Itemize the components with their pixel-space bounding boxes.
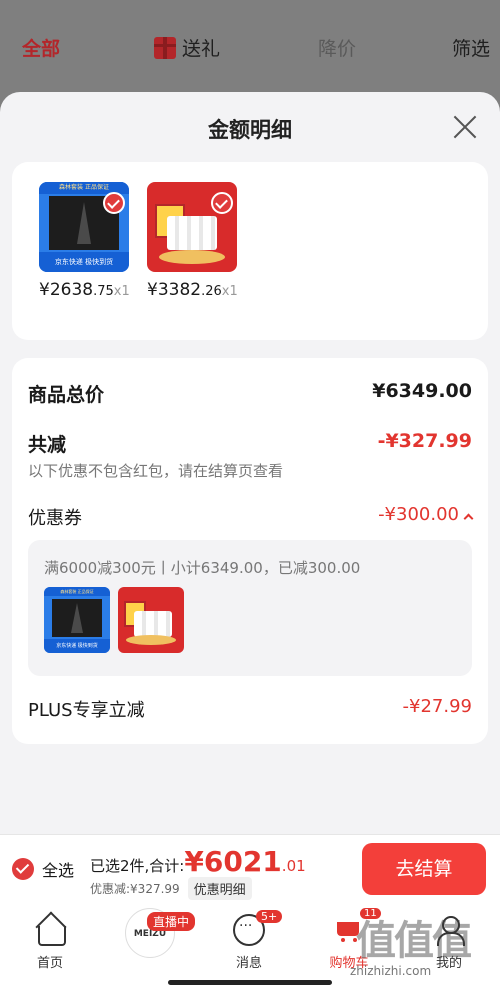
tab-messages[interactable]: 5+ 消息 bbox=[214, 908, 284, 971]
gift-icon bbox=[154, 36, 176, 59]
thumb-stage-graphic bbox=[126, 635, 176, 645]
tab-messages-label: 消息 bbox=[235, 956, 262, 971]
total-dec: .01 bbox=[281, 857, 306, 875]
live-badge: 直播中 bbox=[147, 912, 196, 931]
selected-summary: 已选2件,合计:¥6021.01 bbox=[90, 845, 306, 878]
thumb-box-graphic bbox=[52, 599, 102, 637]
tab-filter[interactable]: 筛选 bbox=[452, 34, 490, 61]
select-all-toggle[interactable]: 全选 bbox=[12, 857, 74, 881]
tab-gift-label: 送礼 bbox=[182, 38, 221, 60]
plus-value: -¥27.99 bbox=[402, 696, 472, 717]
price-summary-card: 商品总价 ¥6349.00 共减 -¥327.99 以下优惠不包含红包，请在结算… bbox=[12, 358, 488, 744]
check-icon bbox=[211, 192, 233, 214]
price-int: ¥3382 bbox=[147, 280, 202, 300]
thumb-top-text: 森林套装 正品保证 bbox=[44, 587, 110, 596]
product-price: ¥3382.26x1 bbox=[147, 280, 238, 300]
product-item[interactable]: 森林套装 正品保证 京东快递 极快到货 bbox=[39, 182, 129, 272]
coupon-toggle[interactable]: -¥300.00 bbox=[378, 504, 474, 525]
tab-home-label: 首页 bbox=[36, 956, 63, 971]
select-all-label: 全选 bbox=[42, 861, 75, 880]
discount-detail-button[interactable]: 优惠明细 bbox=[187, 877, 252, 900]
close-icon[interactable] bbox=[452, 114, 478, 140]
discount-line: 优惠减:¥327.99 优惠明细 bbox=[90, 877, 252, 900]
coupon-product-thumb: 森林套装 正品保证 京东快递 极快到货 bbox=[44, 587, 110, 653]
home-indicator bbox=[168, 980, 332, 985]
sheet-title: 金额明细 bbox=[208, 118, 292, 142]
selected-text: 已选2件,合计: bbox=[90, 857, 185, 875]
total-int: ¥6021 bbox=[184, 845, 282, 878]
reduce-value: -¥327.99 bbox=[377, 430, 472, 452]
coupon-desc: 满6000减300元丨小计6349.00，已减300.00 bbox=[44, 559, 361, 577]
check-icon bbox=[103, 192, 125, 214]
price-dec: .75 bbox=[93, 284, 114, 299]
product-price: ¥2638.75x1 bbox=[39, 280, 130, 300]
price-qty: x1 bbox=[221, 284, 238, 299]
plus-label: PLUS专享立减 bbox=[28, 700, 145, 721]
tab-home[interactable]: 首页 bbox=[15, 908, 85, 971]
product-image-bottom-text: 京东快递 极快到货 bbox=[39, 252, 129, 272]
watermark-url: zhizhizhi.com bbox=[350, 964, 432, 978]
checkout-button[interactable]: 去结算 bbox=[362, 843, 486, 895]
product-bottles-graphic bbox=[167, 216, 217, 250]
top-tab-bar: 全部 送礼 降价 筛选 bbox=[0, 0, 500, 92]
tab-all[interactable]: 全部 bbox=[22, 34, 60, 61]
thumb-bottom-text: 京东快递 极快到货 bbox=[44, 639, 110, 653]
reduce-note: 以下优惠不包含红包，请在结算页查看 bbox=[28, 462, 284, 480]
price-dec: .26 bbox=[201, 284, 222, 299]
amount-detail-sheet: 金额明细 森林套装 正品保证 京东快递 极快到货 ¥2638.75x1 ¥338… bbox=[0, 92, 500, 834]
coupon-product-thumb bbox=[118, 587, 184, 653]
price-qty: x1 bbox=[113, 284, 130, 299]
coupon-label: 优惠券 bbox=[28, 508, 82, 529]
chevron-up-icon bbox=[463, 513, 474, 524]
total-value: ¥6349.00 bbox=[372, 380, 472, 402]
tab-price-drop[interactable]: 降价 bbox=[318, 34, 356, 61]
checkout-bar: 全选 已选2件,合计:¥6021.01 优惠减:¥327.99 优惠明细 去结算 bbox=[0, 834, 500, 902]
coupon-detail-box: 满6000减300元丨小计6349.00，已减300.00 森林套装 正品保证 … bbox=[28, 540, 472, 676]
product-image bbox=[147, 182, 237, 272]
discount-text: 优惠减:¥327.99 bbox=[90, 882, 180, 896]
watermark-logo: 值值值 bbox=[356, 918, 472, 964]
messages-badge: 5+ bbox=[256, 910, 283, 923]
check-icon bbox=[12, 858, 34, 880]
product-image: 森林套装 正品保证 京东快递 极快到货 bbox=[39, 182, 129, 272]
coupon-value: -¥300.00 bbox=[378, 504, 459, 525]
products-card: 森林套装 正品保证 京东快递 极快到货 ¥2638.75x1 ¥3382.26x… bbox=[12, 162, 488, 340]
home-icon bbox=[34, 914, 66, 946]
product-stage-graphic bbox=[159, 250, 225, 264]
tab-gift[interactable]: 送礼 bbox=[154, 34, 220, 61]
tab-live[interactable]: MEIZU 直播中 bbox=[115, 908, 196, 958]
price-int: ¥2638 bbox=[39, 280, 94, 300]
thumb-bottles-graphic bbox=[134, 611, 172, 637]
product-item[interactable] bbox=[147, 182, 237, 272]
reduce-label: 共减 bbox=[28, 434, 67, 456]
total-label: 商品总价 bbox=[28, 384, 105, 406]
